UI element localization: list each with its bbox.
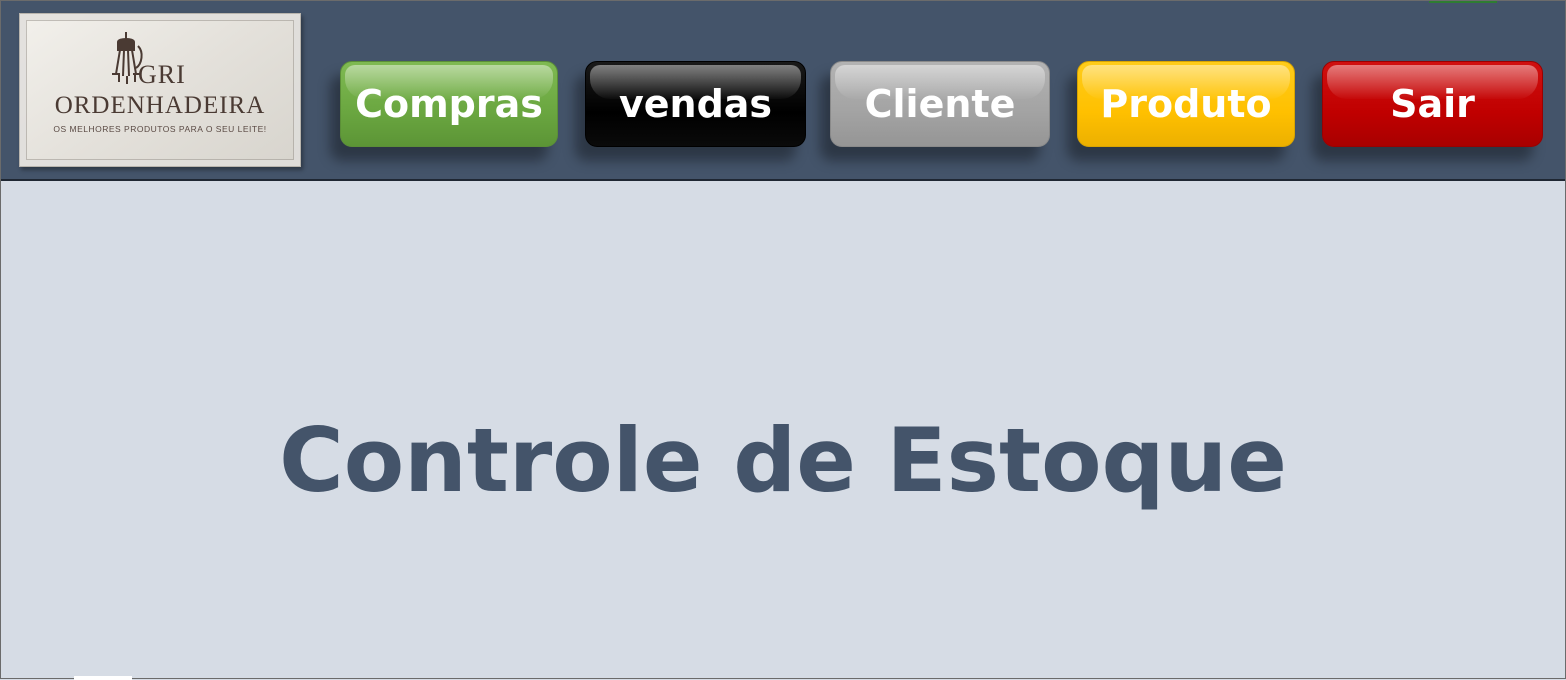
- logo-title-line2: ORDENHADEIRA: [54, 92, 266, 119]
- logo-title-line1: GRI: [138, 60, 186, 89]
- produto-button[interactable]: Produto: [1077, 61, 1295, 147]
- sair-button[interactable]: Sair: [1322, 61, 1543, 147]
- cliente-button[interactable]: Cliente: [830, 61, 1050, 147]
- produto-button-label: Produto: [1100, 82, 1272, 126]
- vendas-button-label: vendas: [618, 82, 773, 126]
- sair-button-label: Sair: [1390, 82, 1475, 126]
- sheet-tab-indicator: [74, 676, 132, 680]
- logo-tagline: OS MELHORES PRODUTOS PARA O SEU LEITE!: [53, 124, 267, 134]
- cliente-button-label: Cliente: [864, 82, 1016, 126]
- vendas-button[interactable]: vendas: [585, 61, 806, 147]
- company-logo: GRI ORDENHADEIRA OS MELHORES PRODUTOS PA…: [19, 13, 301, 167]
- compras-button[interactable]: Compras: [340, 61, 558, 147]
- header-bar: GRI ORDENHADEIRA OS MELHORES PRODUTOS PA…: [1, 1, 1565, 181]
- app-window: GRI ORDENHADEIRA OS MELHORES PRODUTOS PA…: [0, 0, 1566, 680]
- compras-button-label: Compras: [355, 82, 543, 126]
- cell-selection-indicator: [1429, 1, 1497, 3]
- page-title: Controle de Estoque: [279, 409, 1287, 512]
